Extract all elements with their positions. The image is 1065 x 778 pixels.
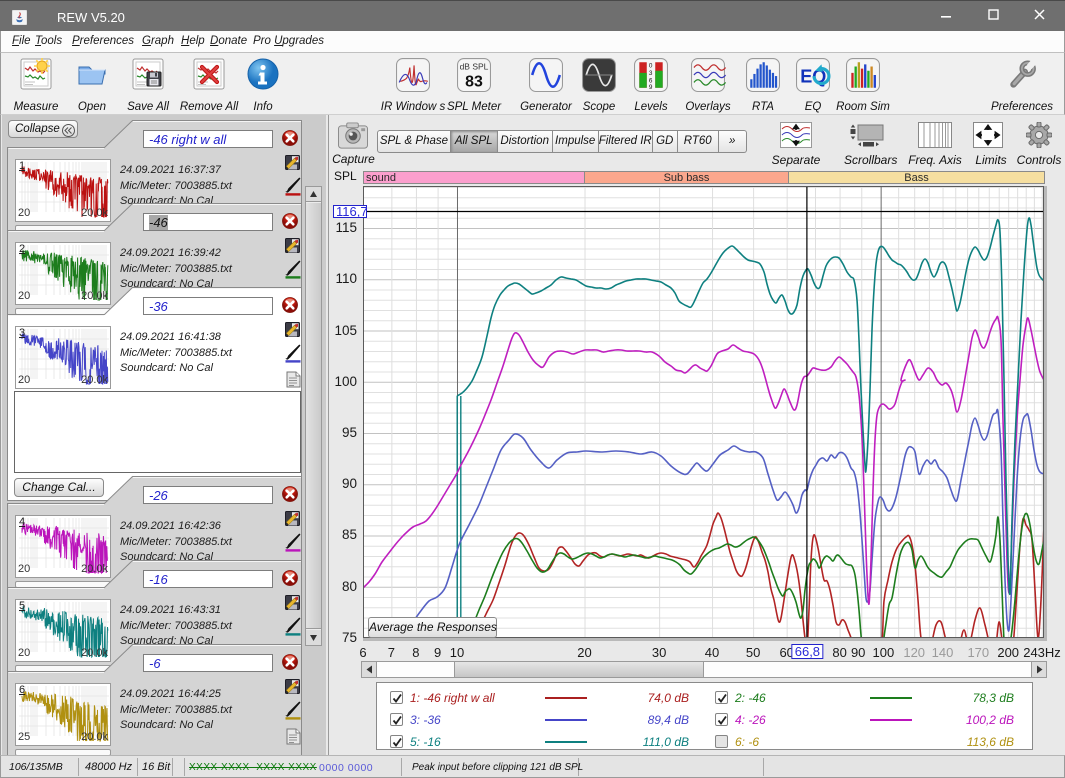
svg-text:9: 9 (649, 84, 653, 91)
svg-text:0: 0 (649, 63, 653, 70)
svg-text:dB SPL: dB SPL (460, 62, 489, 72)
svg-text:83: 83 (465, 74, 483, 91)
svg-text:3: 3 (649, 70, 653, 77)
